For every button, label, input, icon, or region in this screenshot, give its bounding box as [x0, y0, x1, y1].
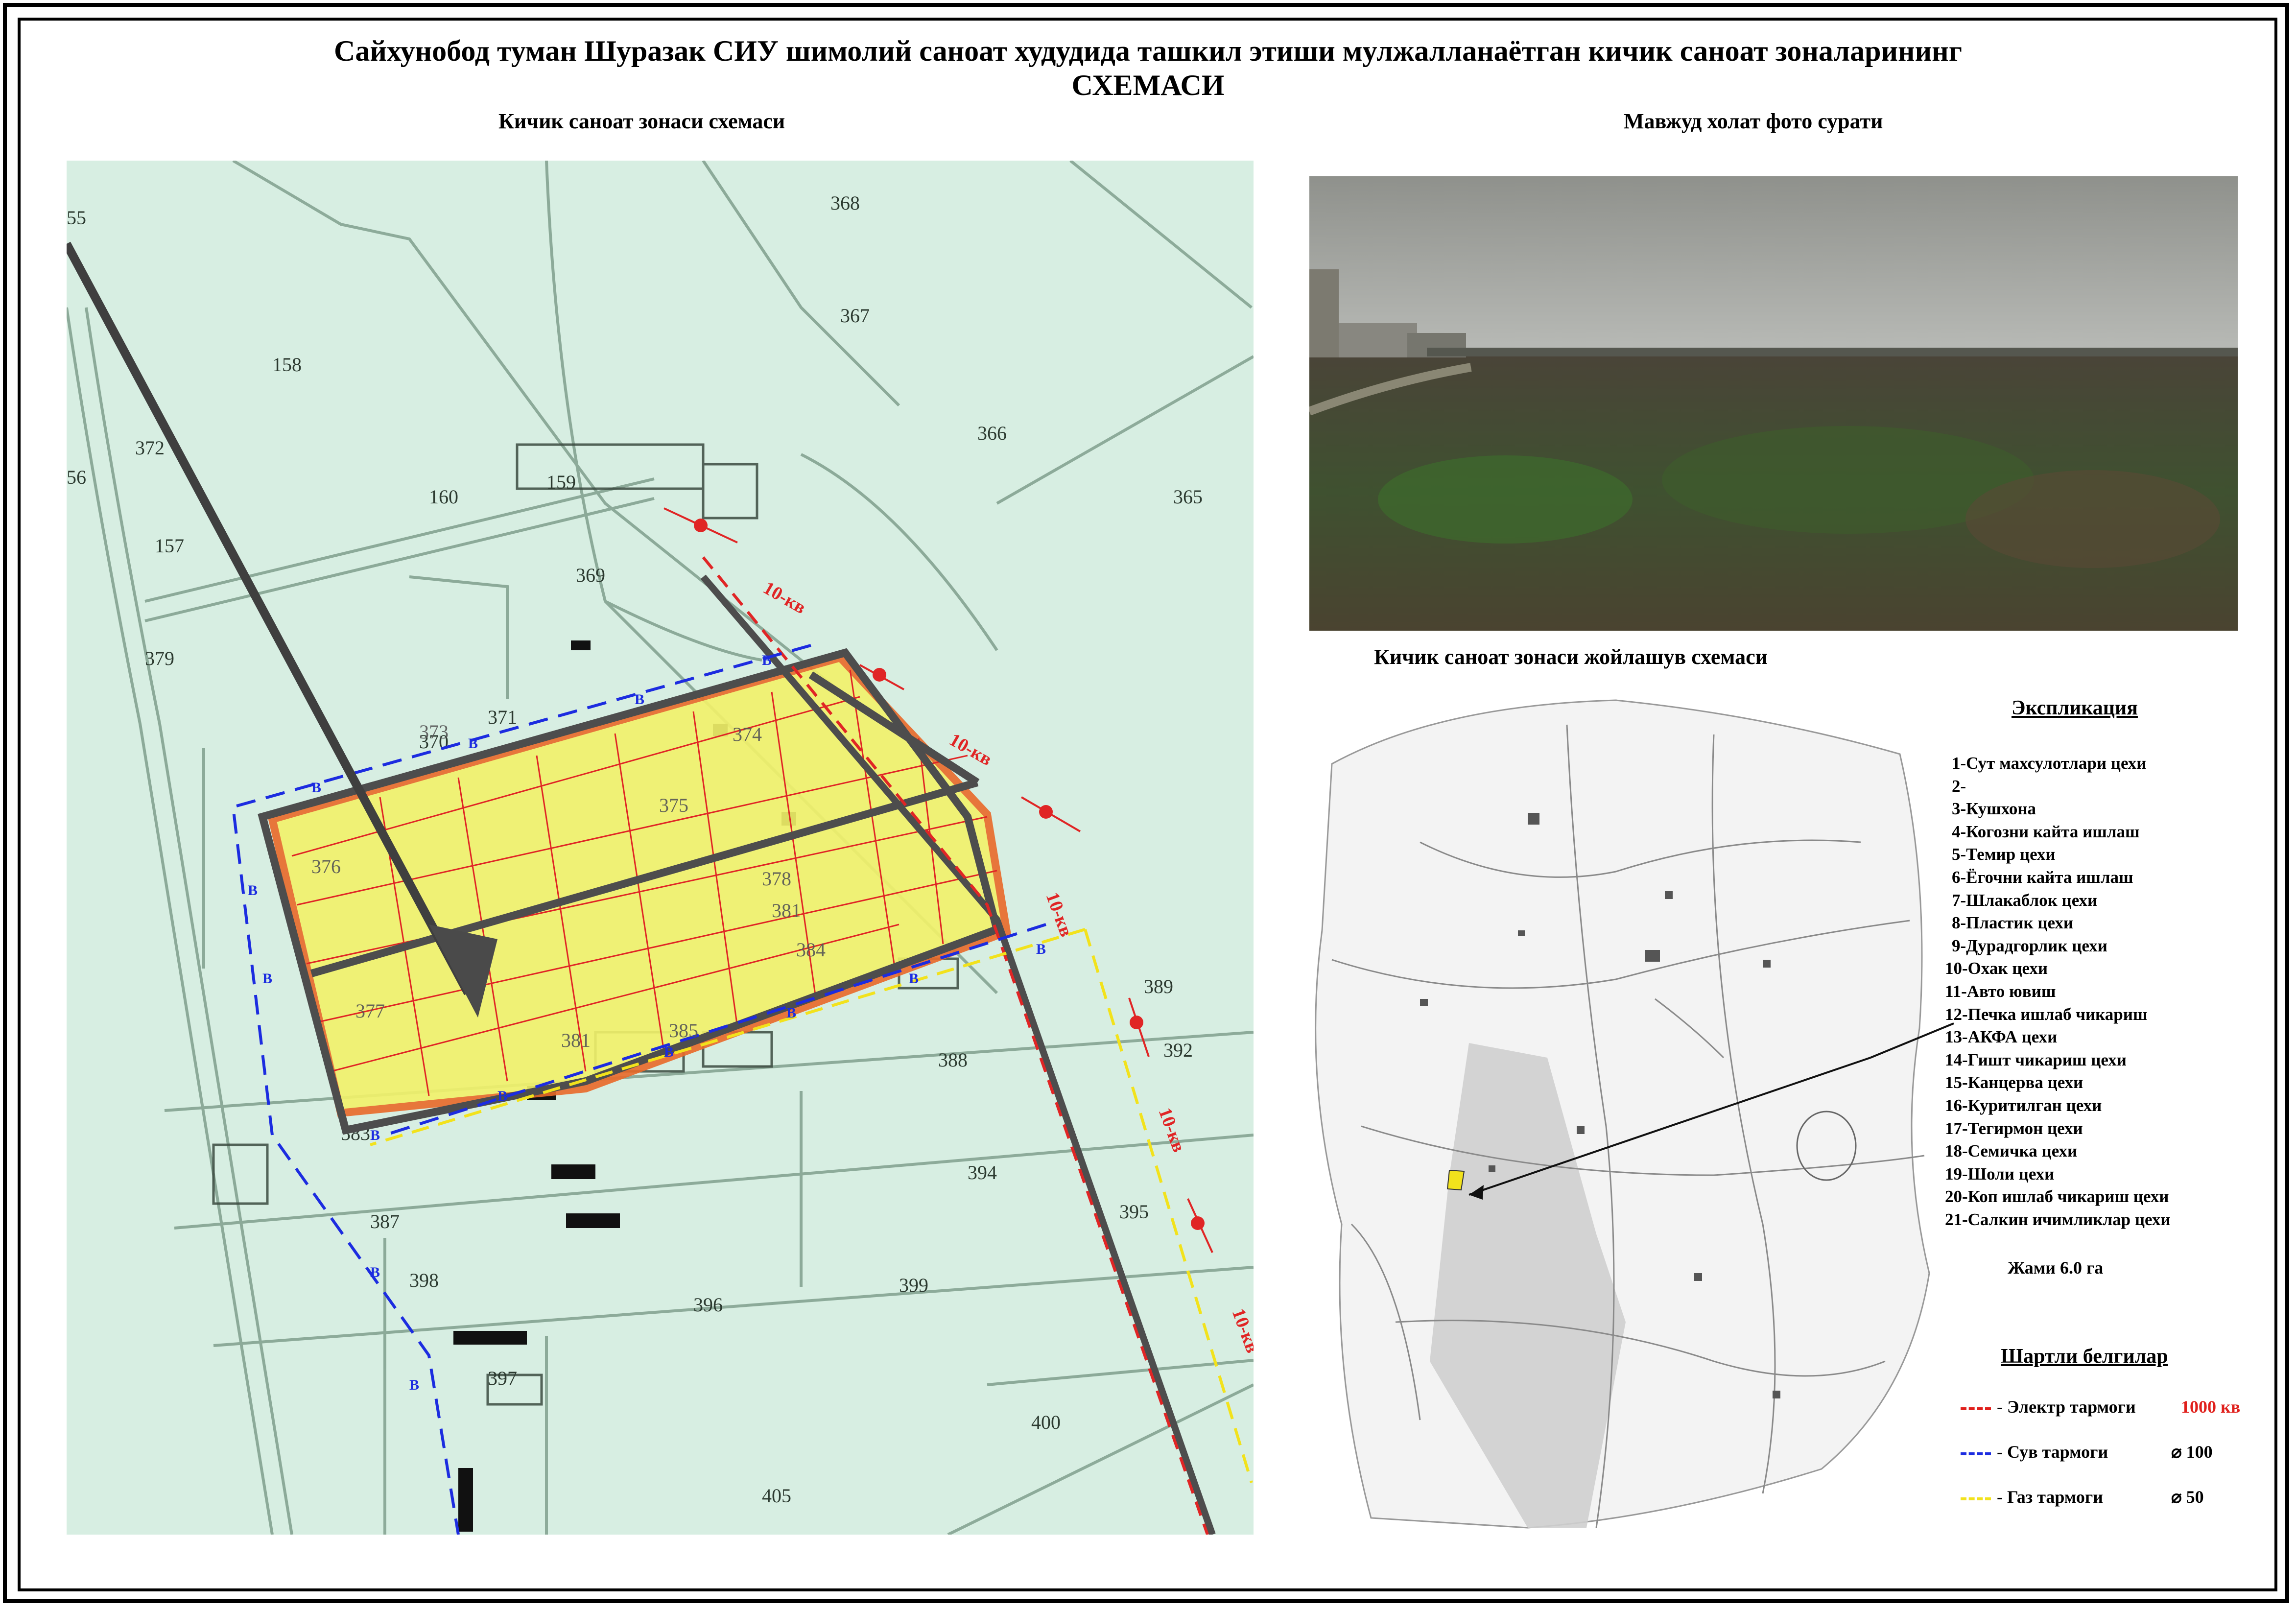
parcel-number: 398	[409, 1269, 439, 1291]
svg-text:В: В	[370, 1264, 380, 1280]
legend-row-power: - Электр тармоги 1000 кв	[1961, 1397, 2240, 1417]
explication-item: 18-Семичка цехи	[1945, 1141, 2078, 1161]
explication-item: 12-Печка ишлаб чикариш	[1945, 1004, 2148, 1024]
parcel-number: 365	[1173, 486, 1203, 508]
svg-text:В: В	[762, 652, 772, 668]
explication-item: 9-Дурадгорлик цехи	[1952, 936, 2107, 955]
svg-text:В: В	[635, 691, 644, 708]
legend-row-gas: - Газ тармоги ⌀ 50	[1961, 1487, 2204, 1507]
svg-text:375: 375	[659, 794, 688, 816]
scheme-caption: Кичик саноат зонаси схемаси	[498, 109, 785, 133]
parcel-number: 399	[899, 1274, 928, 1296]
svg-text:378: 378	[762, 868, 791, 890]
svg-text:В: В	[409, 1377, 419, 1393]
parcel-number: 159	[546, 471, 576, 493]
explication-item: 11-Авто ювиш	[1945, 981, 2056, 1001]
parcel-number: 55	[67, 207, 86, 229]
svg-text:В: В	[909, 971, 919, 987]
site-photo-svg	[1309, 176, 2238, 631]
explication-item: 5-Темир цехи	[1952, 845, 2056, 864]
explication-item: 15-Канцерва цехи	[1945, 1073, 2083, 1092]
svg-text:384: 384	[796, 939, 826, 961]
svg-text:385: 385	[669, 1019, 698, 1042]
site-photo	[1309, 176, 2238, 631]
parcel-number: 56	[67, 466, 86, 488]
explication-item: 21-Салкин ичимликлар цехи	[1945, 1209, 2171, 1229]
legend-title: Шартли белгилар	[2001, 1345, 2168, 1368]
explication-list: 1-Сут махсулотлари цехи 2- 3-Кушхона 4-Кого…	[1945, 752, 2171, 1231]
svg-text:374: 374	[733, 723, 762, 745]
parcel-number: 405	[762, 1485, 791, 1507]
location-map	[1273, 686, 1978, 1547]
total-area: Жами 6.0 га	[2008, 1258, 2104, 1278]
parcel-number: 388	[938, 1049, 968, 1071]
power-line-swatch	[1961, 1407, 1991, 1410]
parcel-number: 397	[488, 1367, 517, 1389]
explication-item: 1-Сут махсулотлари цехи	[1952, 754, 2147, 773]
location-caption: Кичик саноат зонаси жойлашув схемаси	[1374, 645, 1768, 669]
parcel-number: 379	[145, 647, 174, 669]
parcel-number: 366	[977, 422, 1007, 444]
svg-text:В: В	[497, 1088, 507, 1104]
parcel-number: 389	[1144, 975, 1173, 997]
legend-label: - Электр тармоги	[1997, 1397, 2136, 1417]
location-map-svg	[1315, 699, 1954, 1529]
parcel-number: 367	[840, 305, 870, 327]
parcel-number: 369	[576, 564, 605, 586]
svg-text:В: В	[664, 1044, 674, 1060]
parcel-number: 395	[1119, 1201, 1149, 1223]
svg-text:В: В	[1036, 941, 1046, 957]
svg-text:376: 376	[311, 855, 341, 877]
cadastral-map-svg: 55 368 367 158 366 372 56 160 159 365 157 369 379 371…	[67, 161, 1254, 1535]
svg-text:373: 373	[419, 721, 449, 743]
parcel-number: 400	[1031, 1411, 1061, 1433]
legend-label: - Газ тармоги	[1997, 1487, 2103, 1507]
page-title: Сайхунобод туман Шуразак СИУ шимолий сан…	[334, 35, 1962, 67]
legend-label: - Сув тармоги	[1997, 1442, 2108, 1462]
explication-item: 19-Шоли цехи	[1945, 1164, 2055, 1184]
parcel-number: 372	[135, 437, 165, 459]
legend-value: ⌀ 50	[2171, 1487, 2204, 1507]
explication-item: 4-Когозни кайта ишлаш	[1952, 822, 2140, 841]
parcel-number: 387	[370, 1210, 400, 1232]
legend-value: 1000 кв	[2181, 1397, 2241, 1417]
explication-item: 13-АКФА цехи	[1945, 1027, 2058, 1047]
explication-item: 16-Куритилган цехи	[1945, 1095, 2102, 1115]
legend-row-water: - Сув тармоги ⌀ 100	[1961, 1442, 2213, 1462]
svg-text:В: В	[248, 882, 258, 899]
parcel-number: 160	[429, 486, 458, 508]
photo-caption: Мавжуд холат фото сурати	[1624, 109, 1883, 133]
svg-text:В: В	[311, 780, 321, 796]
svg-text:377: 377	[355, 1000, 385, 1022]
explication-item: 8-Пластик цехи	[1952, 913, 2073, 933]
svg-text:В: В	[786, 1005, 796, 1021]
svg-text:В: В	[262, 971, 272, 987]
svg-text:381: 381	[561, 1029, 591, 1051]
parcel-number: 394	[968, 1161, 997, 1184]
svg-text:В: В	[468, 735, 478, 752]
explication-item: 3-Кушхона	[1952, 799, 2036, 819]
explication-item: 2-	[1952, 776, 1966, 796]
parcel-number: 158	[272, 354, 302, 376]
parcel-number: 371	[488, 706, 517, 728]
legend-value: ⌀ 100	[2171, 1442, 2213, 1462]
explication-item: 17-Тегирмон цехи	[1945, 1118, 2083, 1138]
gas-line-swatch	[1961, 1497, 1991, 1500]
svg-text:381: 381	[772, 900, 801, 922]
site-marker	[1446, 1169, 1465, 1191]
cadastral-map: 55 368 367 158 366 372 56 160 159 365 157 369 379 371…	[67, 161, 1254, 1535]
explication-item: 7-Шлакаблок цехи	[1952, 890, 2098, 910]
explication-item: 14-Гишт чикариш цехи	[1945, 1050, 2127, 1069]
explication-item: 6-Ёгочни кайта ишлаш	[1952, 867, 2133, 887]
parcel-number: 368	[830, 192, 860, 214]
parcel-number: 157	[155, 535, 184, 557]
page-subtitle: СХЕМАСИ	[1071, 69, 1225, 101]
explication-item: 10-Охак цехи	[1945, 959, 2048, 978]
explication-item: 20-Коп ишлаб чикариш цехи	[1945, 1187, 2169, 1207]
parcel-number: 396	[693, 1294, 723, 1316]
water-line-swatch	[1961, 1452, 1991, 1455]
parcel-number: 392	[1163, 1039, 1193, 1061]
explication-title: Экспликация	[2012, 697, 2138, 719]
svg-text:В: В	[370, 1127, 380, 1143]
